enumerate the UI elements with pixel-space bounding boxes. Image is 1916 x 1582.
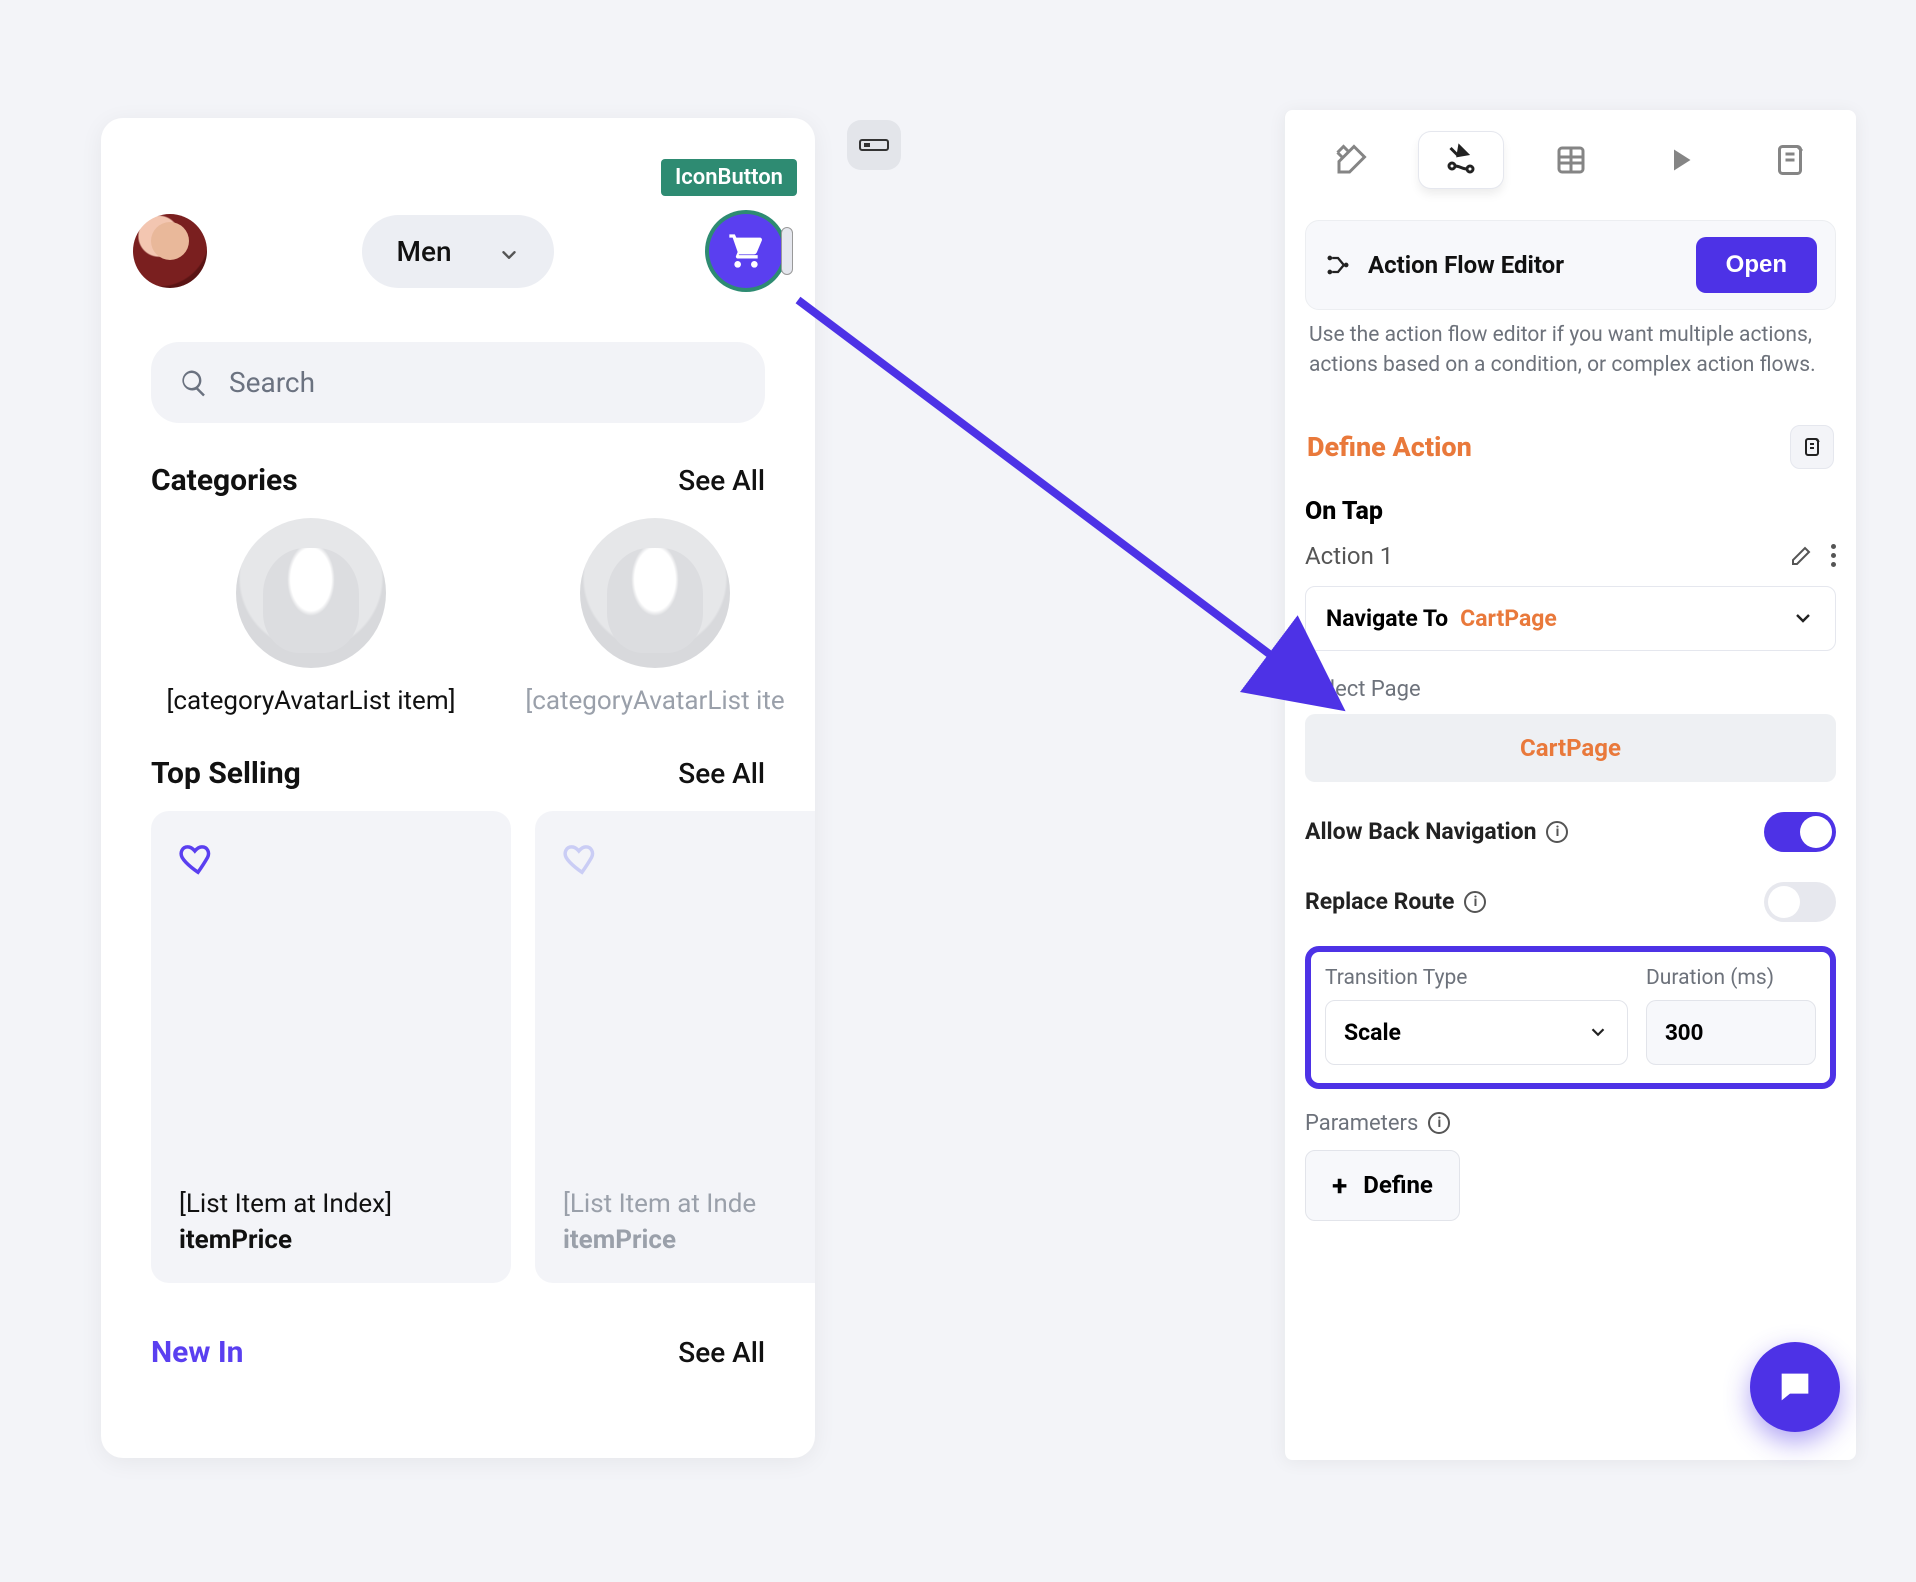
category-label: [categoryAvatarList ite <box>525 686 784 716</box>
item-title: [List Item at Inde <box>563 1189 815 1219</box>
search-icon <box>179 368 209 398</box>
properties-panel: Action Flow Editor Open Use the action f… <box>1284 110 1856 1460</box>
category-item[interactable]: [categoryAvatarList ite <box>495 518 795 716</box>
top-selling-list: [List Item at Index] itemPrice [List Ite… <box>121 811 795 1283</box>
chevron-down-icon <box>1587 1021 1609 1043</box>
select-page-label: Select Page <box>1305 677 1836 702</box>
item-price: itemPrice <box>179 1225 483 1255</box>
action-index-label: Action 1 <box>1305 542 1393 570</box>
selection-tag: IconButton <box>661 159 797 196</box>
edit-icon[interactable] <box>1789 544 1813 568</box>
allow-back-switch[interactable] <box>1764 812 1836 852</box>
allow-back-label: Allow Back Navigation <box>1305 818 1536 845</box>
category-label: [categoryAvatarList item] <box>166 686 455 716</box>
panel-tabs <box>1305 128 1836 192</box>
tab-preview[interactable] <box>1638 132 1722 188</box>
favorite-button[interactable] <box>563 839 601 877</box>
more-icon[interactable] <box>1831 544 1836 567</box>
duration-label: Duration (ms) <box>1646 966 1816 990</box>
section-title-categories: Categories <box>151 463 298 498</box>
resize-handle[interactable] <box>781 227 793 275</box>
transition-type-select[interactable]: Scale <box>1325 1000 1628 1065</box>
replace-route-switch[interactable] <box>1764 882 1836 922</box>
device-chip[interactable] <box>847 120 901 170</box>
info-icon[interactable]: i <box>1546 821 1568 843</box>
chevron-down-icon <box>1791 606 1815 630</box>
section-title-top-selling: Top Selling <box>151 756 301 791</box>
selected-page-chip[interactable]: CartPage <box>1305 714 1836 782</box>
transition-type-label: Transition Type <box>1325 966 1628 990</box>
cart-icon <box>726 231 766 271</box>
navigate-target: CartPage <box>1460 605 1557 632</box>
parameters-label: Parameters <box>1305 1111 1418 1136</box>
define-parameters-button[interactable]: + Define <box>1305 1150 1460 1221</box>
action-type-select[interactable]: Navigate To CartPage <box>1305 586 1836 651</box>
search-input[interactable]: Search <box>151 342 765 423</box>
define-button-label: Define <box>1363 1171 1433 1199</box>
info-icon[interactable]: i <box>1464 891 1486 913</box>
action-flow-banner: Action Flow Editor Open <box>1305 220 1836 310</box>
cart-icon-button[interactable] <box>709 214 783 288</box>
on-tap-label: On Tap <box>1305 497 1836 526</box>
item-price: itemPrice <box>563 1225 815 1255</box>
chevron-down-icon <box>498 240 520 262</box>
tab-actions[interactable] <box>1419 132 1503 188</box>
tab-data[interactable] <box>1529 132 1613 188</box>
product-card[interactable]: [List Item at Index] itemPrice <box>151 811 511 1283</box>
device-preview: Men IconButton Search Categories See All <box>101 118 815 1458</box>
search-placeholder: Search <box>229 366 315 399</box>
section-title-new-in: New In <box>151 1335 243 1370</box>
plus-icon: + <box>1332 1169 1347 1202</box>
product-card[interactable]: [List Item at Inde itemPrice <box>535 811 815 1283</box>
see-all-categories[interactable]: See All <box>678 464 765 497</box>
transition-type-value: Scale <box>1344 1019 1401 1046</box>
category-image <box>580 518 730 668</box>
category-item[interactable]: [categoryAvatarList item] <box>151 518 471 716</box>
chat-icon <box>1775 1367 1815 1407</box>
flow-icon <box>1324 251 1352 279</box>
copy-action-button[interactable] <box>1790 425 1834 469</box>
transition-highlight: Transition Type Scale Duration (ms) <box>1305 946 1836 1089</box>
navigate-verb: Navigate To <box>1326 605 1448 632</box>
define-action-heading: Define Action <box>1307 431 1472 463</box>
tab-documentation[interactable] <box>1748 132 1832 188</box>
chat-fab[interactable] <box>1750 1342 1840 1432</box>
category-select[interactable]: Men <box>362 215 553 288</box>
item-title: [List Item at Index] <box>179 1189 483 1219</box>
favorite-button[interactable] <box>179 839 217 877</box>
category-image <box>236 518 386 668</box>
see-all-new-in[interactable]: See All <box>678 1336 765 1369</box>
avatar[interactable] <box>133 214 207 288</box>
flow-title: Action Flow Editor <box>1368 251 1564 279</box>
replace-route-label: Replace Route <box>1305 888 1454 915</box>
open-flow-button[interactable]: Open <box>1696 237 1817 293</box>
flow-description: Use the action flow editor if you want m… <box>1305 310 1836 381</box>
preview-header: Men IconButton <box>121 154 795 328</box>
tab-design[interactable] <box>1309 132 1393 188</box>
info-icon[interactable]: i <box>1428 1112 1450 1134</box>
see-all-top-selling[interactable]: See All <box>678 757 765 790</box>
category-list: [categoryAvatarList item] [categoryAvata… <box>121 518 795 716</box>
duration-input[interactable] <box>1646 1000 1816 1065</box>
category-select-label: Men <box>396 235 451 268</box>
